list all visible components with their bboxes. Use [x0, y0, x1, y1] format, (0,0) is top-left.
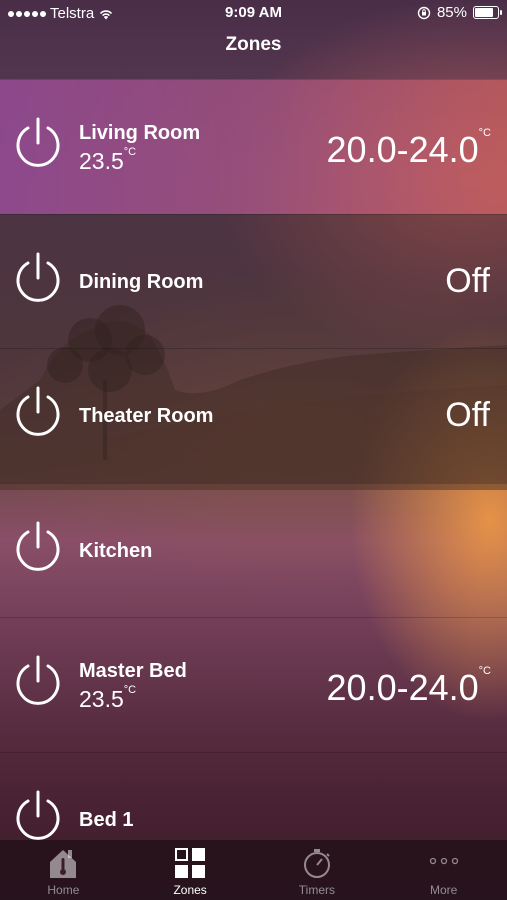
zone-temp-value: 23.5	[79, 686, 124, 712]
zone-range-value: 20.0-24.0	[326, 129, 479, 170]
zone-setting[interactable]: Off	[445, 262, 490, 301]
zone-setpoint-range[interactable]: 20.0-24.0°C	[326, 127, 491, 171]
tab-home[interactable]: Home	[0, 840, 127, 900]
power-icon[interactable]	[11, 251, 65, 305]
zone-range-value: 20.0-24.0	[326, 667, 479, 708]
zone-name: Dining Room	[79, 270, 204, 293]
power-icon[interactable]	[11, 520, 65, 574]
tab-timers[interactable]: Timers	[254, 840, 381, 900]
stopwatch-icon	[303, 849, 330, 878]
power-icon[interactable]	[11, 789, 65, 843]
zone-row[interactable]: Master Bed 23.5°C 20.0-24.0°C	[0, 617, 507, 752]
tab-label-timers: Timers	[298, 883, 335, 897]
zone-setting[interactable]: Off	[445, 396, 490, 435]
tab-label-home: Home	[47, 883, 80, 897]
zone-temp-unit: °C	[123, 684, 137, 696]
page-title: Zones	[225, 34, 282, 55]
zone-name: Theater Room	[79, 405, 214, 427]
more-dots-icon	[429, 857, 458, 865]
status-bar: Telstra 9:09 AM 85%	[0, 0, 507, 28]
zone-temp-value: 23.5	[79, 148, 124, 174]
battery-percent: 85%	[436, 4, 467, 21]
tab-label-zones: Zones	[173, 883, 207, 897]
zone-row[interactable]: Kitchen	[0, 482, 507, 618]
zone-name: Kitchen	[79, 539, 153, 562]
zone-row[interactable]: Theater Room Off	[0, 348, 507, 483]
zone-temp-unit: °C	[123, 146, 137, 158]
zone-range-unit: °C	[478, 127, 491, 139]
battery-icon	[473, 6, 502, 19]
zone-name: Bed 1	[79, 808, 134, 831]
zone-name: Living Room	[79, 122, 201, 144]
tab-label-more: More	[429, 883, 458, 897]
zone-current-temp: 23.5°C	[79, 146, 137, 175]
zone-list[interactable]: Living Room 23.5°C 20.0-24.0°C Dining Room O…	[0, 79, 507, 886]
zone-row[interactable]: Dining Room Off	[0, 213, 507, 348]
zone-name: Master Bed	[79, 660, 187, 682]
battery-info: 85%	[417, 4, 502, 21]
tab-more[interactable]: More	[380, 840, 507, 900]
zone-range-unit: °C	[478, 665, 491, 677]
zone-current-temp: 23.5°C	[79, 684, 137, 713]
grid-icon	[175, 848, 206, 878]
power-icon[interactable]	[11, 116, 65, 170]
tab-bar: Home Zones Timers More	[0, 840, 507, 900]
power-icon[interactable]	[11, 385, 65, 439]
orientation-lock-icon	[417, 6, 431, 19]
zone-setpoint-range[interactable]: 20.0-24.0°C	[326, 665, 491, 709]
tab-zones[interactable]: Zones	[127, 840, 254, 900]
zone-row[interactable]: Living Room 23.5°C 20.0-24.0°C	[0, 79, 507, 214]
power-icon[interactable]	[11, 654, 65, 708]
home-thermometer-icon	[50, 850, 77, 878]
